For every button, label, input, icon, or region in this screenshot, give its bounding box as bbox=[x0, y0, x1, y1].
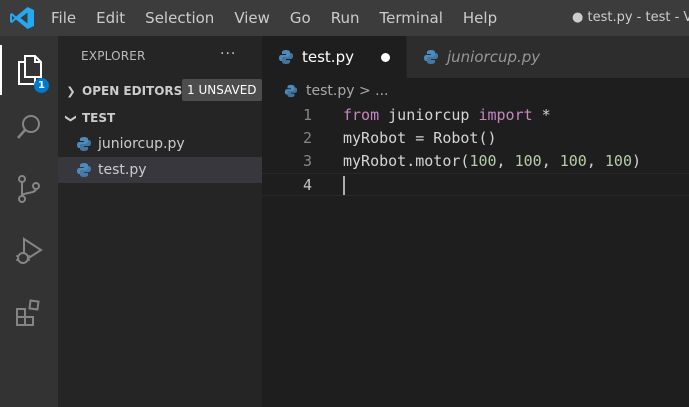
code-token: myRobot.motor( bbox=[343, 152, 470, 170]
python-file-icon bbox=[77, 163, 91, 177]
menu-bar: File Edit Selection View Go Run Terminal… bbox=[51, 0, 517, 36]
activity-search[interactable] bbox=[0, 102, 58, 152]
activity-explorer[interactable]: 1 bbox=[0, 45, 58, 95]
code-text: from juniorcup import * bbox=[343, 104, 551, 127]
unsaved-dot-icon[interactable] bbox=[381, 53, 390, 62]
run-debug-icon bbox=[16, 237, 43, 264]
chevron-down-icon: ❯ bbox=[64, 113, 78, 123]
number-token: 100 bbox=[514, 152, 542, 170]
code-token: * bbox=[532, 106, 551, 124]
code-line: 1 from juniorcup import * bbox=[262, 104, 689, 127]
activity-extensions[interactable] bbox=[0, 288, 58, 338]
more-actions-button[interactable]: ··· bbox=[220, 46, 236, 62]
menu-edit[interactable]: Edit bbox=[96, 0, 125, 36]
line-number: 1 bbox=[302, 106, 312, 124]
title-bar: File Edit Selection View Go Run Terminal… bbox=[0, 0, 689, 36]
code-line: 2 myRobot = Robot() bbox=[262, 127, 689, 150]
tab-test-py[interactable]: test.py bbox=[262, 36, 406, 78]
number-token: 100 bbox=[469, 152, 497, 170]
unsaved-badge: 1 UNSAVED bbox=[182, 79, 262, 101]
number-token: 100 bbox=[559, 152, 587, 170]
activity-bar: 1 bbox=[0, 36, 58, 407]
line-number: 3 bbox=[302, 152, 312, 170]
menu-terminal[interactable]: Terminal bbox=[380, 0, 443, 36]
explorer-badge: 1 bbox=[34, 78, 49, 93]
code-token: , bbox=[541, 152, 560, 170]
source-control-icon bbox=[18, 175, 40, 203]
extensions-icon bbox=[16, 299, 40, 326]
file-item-juniorcup[interactable]: juniorcup.py bbox=[58, 131, 262, 157]
file-item-test[interactable]: test.py bbox=[58, 157, 262, 183]
breadcrumb-file[interactable]: test.py bbox=[306, 83, 355, 99]
open-editors-title: OPEN EDITORS bbox=[82, 84, 183, 98]
search-icon bbox=[17, 115, 40, 139]
activity-source-control[interactable] bbox=[0, 164, 58, 214]
menu-file[interactable]: File bbox=[51, 0, 76, 36]
code-text: myRobot.motor(100, 100, 100, 100) bbox=[343, 150, 641, 173]
code-token: ) bbox=[632, 152, 642, 170]
menu-selection[interactable]: Selection bbox=[145, 0, 214, 36]
tab-label: juniorcup.py bbox=[447, 48, 541, 66]
tab-label: test.py bbox=[302, 48, 354, 66]
file-name: test.py bbox=[98, 162, 147, 178]
code-token: juniorcup bbox=[379, 106, 479, 124]
menu-go[interactable]: Go bbox=[290, 0, 311, 36]
line-number: 2 bbox=[302, 129, 312, 147]
text-cursor bbox=[343, 176, 345, 195]
window-title: ● test.py - test - Vi bbox=[572, 10, 689, 25]
number-token: 100 bbox=[604, 152, 632, 170]
menu-view[interactable]: View bbox=[234, 0, 270, 36]
vscode-logo-icon bbox=[10, 7, 34, 29]
python-file-icon bbox=[279, 50, 293, 64]
explorer-sidebar: EXPLORER ··· ❯ OPEN EDITORS 1 UNSAVED ❯ … bbox=[58, 36, 262, 407]
chevron-right-icon: ❯ bbox=[66, 84, 76, 98]
explorer-title: EXPLORER bbox=[81, 49, 146, 63]
code-line: 3 myRobot.motor(100, 100, 100, 100) bbox=[262, 150, 689, 173]
code-editor[interactable]: 1 from juniorcup import * 2 myRobot = Ro… bbox=[262, 104, 689, 407]
menu-help[interactable]: Help bbox=[463, 0, 497, 36]
python-file-icon bbox=[424, 50, 438, 64]
breadcrumb: test.py > ... bbox=[262, 78, 689, 104]
menu-run[interactable]: Run bbox=[331, 0, 360, 36]
editor-tab-bar: test.py juniorcup.py bbox=[262, 36, 689, 78]
tab-juniorcup-py[interactable]: juniorcup.py bbox=[407, 36, 689, 78]
python-file-icon bbox=[284, 84, 298, 98]
code-token: , bbox=[586, 152, 605, 170]
python-file-icon bbox=[77, 137, 91, 151]
file-name: juniorcup.py bbox=[98, 136, 185, 152]
line-number: 4 bbox=[302, 176, 312, 194]
breadcrumb-more[interactable]: ... bbox=[375, 83, 388, 99]
breadcrumb-separator: > bbox=[354, 83, 376, 99]
code-text: myRobot = Robot() bbox=[343, 129, 497, 147]
current-code-line: 4 bbox=[262, 173, 689, 196]
keyword-token: import bbox=[478, 106, 533, 124]
activity-run-debug[interactable] bbox=[0, 226, 58, 276]
code-token: , bbox=[496, 152, 515, 170]
keyword-token: from bbox=[343, 106, 380, 124]
folder-section[interactable]: ❯ TEST bbox=[58, 106, 262, 130]
folder-title: TEST bbox=[82, 111, 116, 125]
